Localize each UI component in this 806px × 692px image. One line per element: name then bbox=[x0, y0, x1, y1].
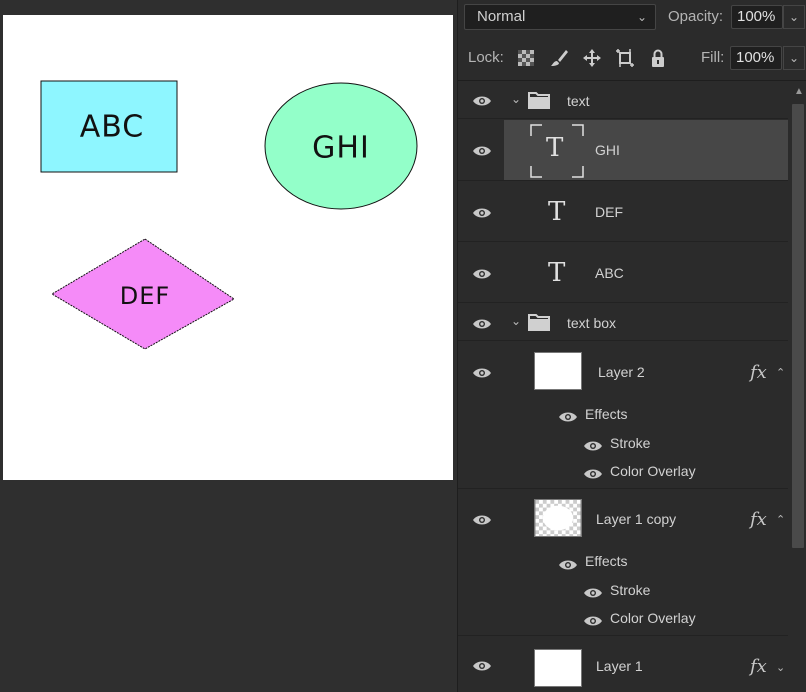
fill-dropdown-button[interactable]: ⌄ bbox=[783, 46, 805, 70]
eye-icon[interactable] bbox=[583, 614, 603, 628]
layer-name: GHI bbox=[595, 142, 620, 158]
blend-mode-select[interactable]: Normal ⌄ bbox=[464, 4, 656, 30]
layer-text-abc[interactable]: T ABC bbox=[458, 243, 788, 303]
layer-thumbnail bbox=[534, 352, 582, 390]
layer-name: Layer 2 bbox=[598, 364, 645, 380]
opacity-input[interactable]: 100% bbox=[731, 5, 783, 29]
effect-color-overlay[interactable]: Color Overlay bbox=[610, 610, 696, 626]
scroll-up-icon[interactable]: ▲ bbox=[794, 86, 804, 97]
effect-stroke[interactable]: Stroke bbox=[610, 435, 650, 451]
layer-thumbnail bbox=[534, 649, 582, 687]
text-def[interactable]: DEF bbox=[120, 282, 170, 310]
layer-layer1-copy[interactable]: Layer 1 copy fx ⌃ Effects Stroke Color O… bbox=[458, 490, 788, 636]
layer-text-def[interactable]: T DEF bbox=[458, 182, 788, 242]
layer-name: Layer 1 bbox=[596, 658, 643, 674]
layers-panel: Normal ⌄ Opacity: 100% ⌄ Lock: Fill: 100… bbox=[457, 0, 806, 692]
eye-icon[interactable] bbox=[472, 206, 492, 220]
text-abc[interactable]: ABC bbox=[80, 110, 145, 145]
chevron-up-icon[interactable]: ⌃ bbox=[776, 513, 785, 526]
eye-icon[interactable] bbox=[472, 366, 492, 380]
blend-mode-value: Normal bbox=[477, 8, 526, 25]
lock-label: Lock: bbox=[468, 49, 504, 66]
blend-row: Normal ⌄ Opacity: 100% ⌄ bbox=[458, 0, 806, 34]
layer-name: ABC bbox=[595, 265, 624, 281]
eye-icon[interactable] bbox=[472, 513, 492, 527]
lock-all-icon[interactable] bbox=[648, 48, 668, 68]
opacity-label: Opacity: bbox=[668, 8, 724, 25]
folder-icon bbox=[528, 314, 550, 331]
lock-transparent-pixels-icon[interactable] bbox=[516, 48, 536, 68]
effects-label: Effects bbox=[585, 406, 628, 422]
layer-group-textbox[interactable]: ⌄ text box bbox=[458, 304, 788, 341]
eye-icon[interactable] bbox=[472, 659, 492, 673]
fx-icon[interactable]: fx bbox=[750, 656, 767, 677]
layer-name: Layer 1 copy bbox=[596, 511, 677, 527]
layer-thumbnail bbox=[534, 499, 582, 537]
text-layer-icon: T bbox=[546, 133, 564, 163]
layer-name: DEF bbox=[595, 204, 623, 220]
chevron-down-icon: ⌄ bbox=[636, 10, 647, 24]
lock-row: Lock: Fill: 100% ⌄ bbox=[458, 40, 806, 76]
lock-position-move-icon[interactable] bbox=[582, 48, 602, 68]
text-ghi[interactable]: GHI bbox=[312, 131, 370, 166]
layer-text-ghi[interactable]: T GHI bbox=[458, 120, 788, 181]
panel-divider bbox=[458, 80, 806, 81]
layers-scrollbar-thumb[interactable] bbox=[792, 104, 804, 548]
eye-icon[interactable] bbox=[472, 317, 492, 331]
eye-icon[interactable] bbox=[472, 144, 492, 158]
chevron-up-icon[interactable]: ⌃ bbox=[776, 366, 785, 379]
eye-icon[interactable] bbox=[583, 439, 603, 453]
eye-icon[interactable] bbox=[583, 467, 603, 481]
effect-color-overlay[interactable]: Color Overlay bbox=[610, 463, 696, 479]
text-layer-icon: T bbox=[548, 197, 566, 227]
chevron-down-icon[interactable]: ⌄ bbox=[776, 661, 785, 674]
canvas-shapes bbox=[40, 80, 418, 350]
effects-label: Effects bbox=[585, 553, 628, 569]
folder-icon bbox=[528, 92, 550, 109]
eye-icon[interactable] bbox=[583, 586, 603, 600]
eye-icon[interactable] bbox=[472, 94, 492, 108]
eye-icon[interactable] bbox=[558, 558, 578, 572]
document-canvas-area[interactable]: ABC GHI DEF bbox=[0, 0, 457, 692]
layer-name: text box bbox=[567, 315, 617, 331]
layer-layer2[interactable]: Layer 2 fx ⌃ Effects Stroke Color Overla… bbox=[458, 342, 788, 489]
layer-name: text bbox=[567, 93, 590, 109]
fill-label: Fill: bbox=[701, 49, 725, 66]
eye-icon[interactable] bbox=[558, 410, 578, 424]
text-layer-icon: T bbox=[548, 258, 566, 288]
fx-icon[interactable]: fx bbox=[750, 509, 767, 530]
effect-stroke[interactable]: Stroke bbox=[610, 582, 650, 598]
opacity-dropdown-button[interactable]: ⌄ bbox=[783, 5, 805, 29]
lock-image-pixels-brush-icon[interactable] bbox=[549, 48, 569, 68]
chevron-down-icon[interactable]: ⌄ bbox=[511, 92, 521, 106]
fill-input[interactable]: 100% bbox=[730, 46, 782, 70]
document-canvas[interactable]: ABC GHI DEF bbox=[3, 15, 453, 480]
lock-artboard-icon[interactable] bbox=[615, 48, 635, 68]
chevron-down-icon[interactable]: ⌄ bbox=[511, 314, 521, 328]
layer-group-text[interactable]: ⌄ text bbox=[458, 82, 788, 119]
fx-icon[interactable]: fx bbox=[750, 362, 767, 383]
layer-layer1[interactable]: Layer 1 fx ⌄ bbox=[458, 637, 788, 692]
eye-icon[interactable] bbox=[472, 267, 492, 281]
